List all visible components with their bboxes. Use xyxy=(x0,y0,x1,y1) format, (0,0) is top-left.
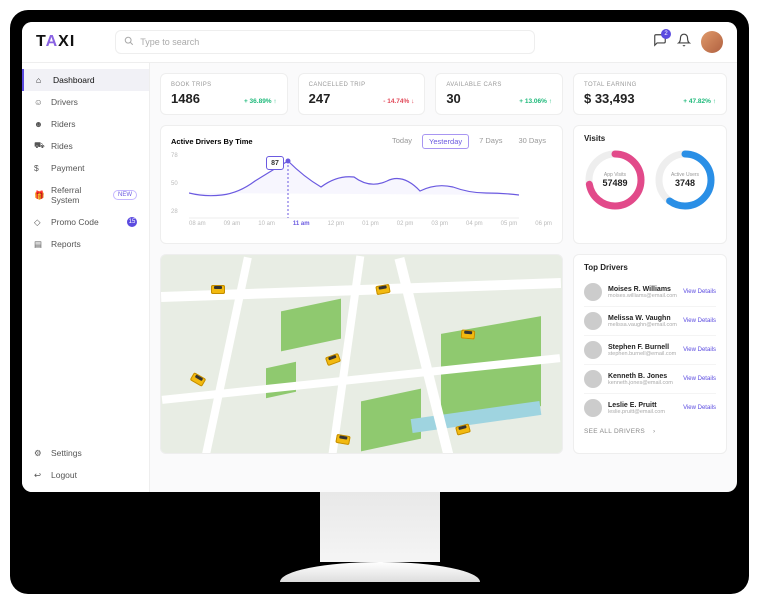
chart-title: Active Drivers By Time xyxy=(171,137,253,146)
tag-icon: ◇ xyxy=(34,217,44,227)
stat-delta: + 13.06% ↑ xyxy=(519,98,552,105)
sidebar-item-payment[interactable]: $Payment xyxy=(22,157,149,179)
car-icon: ⛟ xyxy=(34,141,44,151)
stat-delta: - 14.74% ↓ xyxy=(383,98,414,105)
sidebar-item-settings[interactable]: ⚙Settings xyxy=(22,442,149,464)
taxi-marker[interactable] xyxy=(455,423,471,435)
driver-name: Melissa W. Vaughn xyxy=(608,315,677,322)
screen: TAXI Type to search 2 ⌂Dashboard ☺Driver… xyxy=(22,22,737,492)
line-chart-svg xyxy=(189,153,519,219)
stat-cancelled-trip: CANCELLED TRIP 247- 14.74% ↓ xyxy=(298,73,426,115)
driver-avatar xyxy=(584,399,602,417)
driver-email: stephen.burnell@email.com xyxy=(608,351,677,357)
see-all-drivers-link[interactable]: SEE ALL DRIVERS› xyxy=(584,422,716,435)
report-icon: ▤ xyxy=(34,239,44,249)
stat-book-trips: BOOK TRIPS 1486+ 36.89% ↑ xyxy=(160,73,288,115)
driver-name: Leslie E. Pruitt xyxy=(608,402,677,409)
driver-row: Melissa W. Vaughnmelissa.vaughn@email.co… xyxy=(584,307,716,336)
home-icon: ⌂ xyxy=(36,75,46,85)
stat-label: AVAILABLE CARS xyxy=(446,82,552,88)
sidebar-item-promo[interactable]: ◇Promo Code15 xyxy=(22,211,149,233)
logout-icon: ↩ xyxy=(34,470,44,480)
dollar-icon: $ xyxy=(34,163,44,173)
view-details-link[interactable]: View Details xyxy=(683,376,716,382)
search-icon xyxy=(124,36,134,48)
stat-label: TOTAL EARNING xyxy=(584,82,716,88)
bell-icon[interactable] xyxy=(677,33,691,52)
drivers-map[interactable] xyxy=(160,254,563,454)
chart-callout: 87 xyxy=(266,156,284,170)
chevron-right-icon: › xyxy=(653,428,655,435)
filter-yesterday[interactable]: Yesterday xyxy=(422,134,469,149)
driver-row: Leslie E. Pruittleslie.pruitt@email.com V… xyxy=(584,394,716,422)
filter-today[interactable]: Today xyxy=(386,134,418,149)
monitor-frame: TAXI Type to search 2 ⌂Dashboard ☺Driver… xyxy=(10,10,749,594)
driver-name: Stephen F. Burnell xyxy=(608,344,677,351)
chart-filters: Today Yesterday 7 Days 30 Days xyxy=(386,134,552,149)
top-drivers-title: Top Drivers xyxy=(584,263,716,272)
view-details-link[interactable]: View Details xyxy=(683,318,716,324)
search-input[interactable]: Type to search xyxy=(115,30,535,54)
new-badge: NEW xyxy=(113,190,137,200)
chart-x-labels: 08 am09 am10 am11 am12 pm01 pm02 pm03 pm… xyxy=(171,221,552,227)
visits-card: Visits App Visits57489 Active Users3748 xyxy=(573,125,727,244)
stat-delta: + 36.89% ↑ xyxy=(244,98,277,105)
gear-icon: ⚙ xyxy=(34,448,44,458)
top-drivers-card: Top Drivers Moises R. Williamsmoises.wil… xyxy=(573,254,727,454)
view-details-link[interactable]: View Details xyxy=(683,347,716,353)
users-icon: ☻ xyxy=(34,119,44,129)
driver-name: Moises R. Williams xyxy=(608,286,677,293)
messages-icon[interactable]: 2 xyxy=(653,33,667,52)
user-icon: ☺ xyxy=(34,97,44,107)
driver-row: Moises R. Williamsmoises.williams@email.… xyxy=(584,278,716,307)
stat-available-cars: AVAILABLE CARS 30+ 13.06% ↑ xyxy=(435,73,563,115)
driver-avatar xyxy=(584,370,602,388)
driver-avatar xyxy=(584,283,602,301)
taxi-marker[interactable] xyxy=(211,285,225,294)
filter-7days[interactable]: 7 Days xyxy=(473,134,508,149)
driver-name: Kenneth B. Jones xyxy=(608,373,677,380)
stat-total-earning: TOTAL EARNING $ 33,493+ 47.82% ↑ xyxy=(573,73,727,115)
driver-email: leslie.pruitt@email.com xyxy=(608,409,677,415)
sidebar: ⌂Dashboard ☺Drivers ☻Riders ⛟Rides $Paym… xyxy=(22,63,150,492)
sidebar-item-reports[interactable]: ▤Reports xyxy=(22,233,149,255)
main-content: BOOK TRIPS 1486+ 36.89% ↑ CANCELLED TRIP… xyxy=(150,63,737,492)
active-drivers-chart: Active Drivers By Time Today Yesterday 7… xyxy=(160,125,563,244)
driver-email: kenneth.jones@email.com xyxy=(608,380,677,386)
promo-count-badge: 15 xyxy=(127,217,137,227)
monitor-stand xyxy=(22,492,737,582)
driver-avatar xyxy=(584,341,602,359)
gift-icon: 🎁 xyxy=(34,190,44,200)
sidebar-item-referral[interactable]: 🎁Referral SystemNEW xyxy=(22,179,149,211)
stat-label: CANCELLED TRIP xyxy=(309,82,415,88)
stat-delta: + 47.82% ↑ xyxy=(683,98,716,105)
driver-email: melissa.vaughn@email.com xyxy=(608,322,677,328)
view-details-link[interactable]: View Details xyxy=(683,405,716,411)
messages-badge: 2 xyxy=(661,29,671,39)
view-details-link[interactable]: View Details xyxy=(683,289,716,295)
taxi-marker[interactable] xyxy=(461,329,476,339)
driver-row: Kenneth B. Joneskenneth.jones@email.com V… xyxy=(584,365,716,394)
taxi-marker[interactable] xyxy=(190,372,207,387)
sidebar-item-riders[interactable]: ☻Riders xyxy=(22,113,149,135)
donut-app-visits: App Visits57489 xyxy=(584,149,646,211)
driver-avatar xyxy=(584,312,602,330)
sidebar-item-drivers[interactable]: ☺Drivers xyxy=(22,91,149,113)
sidebar-item-dashboard[interactable]: ⌂Dashboard xyxy=(22,69,149,91)
visits-title: Visits xyxy=(584,134,716,143)
filter-30days[interactable]: 30 Days xyxy=(512,134,552,149)
driver-row: Stephen F. Burnellstephen.burnell@email.… xyxy=(584,336,716,365)
donut-active-users: Active Users3748 xyxy=(654,149,716,211)
stat-label: BOOK TRIPS xyxy=(171,82,277,88)
sidebar-item-rides[interactable]: ⛟Rides xyxy=(22,135,149,157)
avatar[interactable] xyxy=(701,31,723,53)
sidebar-item-logout[interactable]: ↩Logout xyxy=(22,464,149,486)
logo: TAXI xyxy=(36,33,75,51)
app-header: TAXI Type to search 2 xyxy=(22,22,737,63)
search-placeholder: Type to search xyxy=(140,37,199,47)
taxi-marker[interactable] xyxy=(325,353,341,366)
driver-email: moises.williams@email.com xyxy=(608,293,677,299)
